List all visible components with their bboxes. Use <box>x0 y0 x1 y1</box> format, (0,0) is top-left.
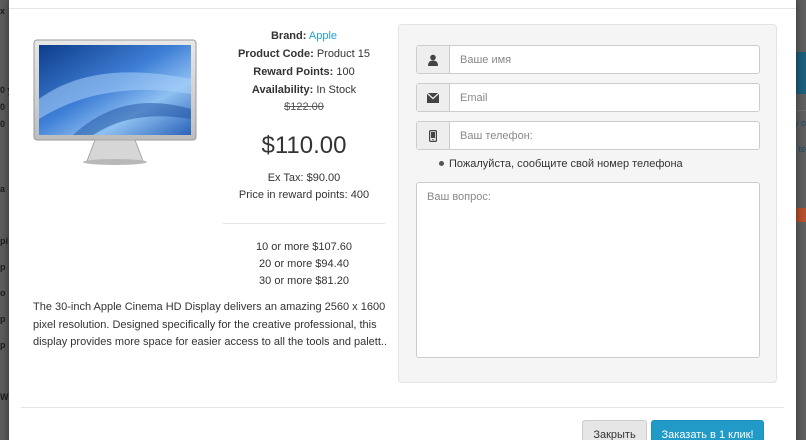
reward-points-value: 100 <box>336 66 355 78</box>
one-click-order-button[interactable]: Заказать в 1 клик! <box>651 420 764 440</box>
quantity-discounts: 10 or more $107.60 20 or more $94.40 30 … <box>223 239 385 290</box>
reward-points-row: Reward Points: 100 <box>223 63 385 81</box>
quick-order-modal: Brand: Apple Product Code: Product 15 Re… <box>9 0 796 440</box>
backdrop-fragment: te <box>798 144 806 154</box>
envelope-icon <box>417 84 450 111</box>
backdrop-fragment: 0 <box>0 119 6 129</box>
close-button[interactable]: Закрыть <box>582 420 647 440</box>
user-icon <box>417 46 450 73</box>
backdrop-fragment: pi <box>0 236 8 246</box>
backdrop-fragment: p <box>0 262 6 272</box>
modal-header-border <box>9 8 796 9</box>
reward-points-price: Price in reward points: 400 <box>238 189 370 201</box>
phone-input[interactable] <box>450 122 759 149</box>
reward-points-label: Reward Points: <box>253 66 334 78</box>
email-input-group <box>416 83 760 112</box>
phone-hint-text: Пожалуйста, сообщите свой номер телефона <box>449 158 683 170</box>
brand-label: Brand: <box>270 30 307 42</box>
email-input[interactable] <box>450 84 759 111</box>
mobile-phone-icon <box>417 122 450 149</box>
ex-tax-price: Ex Tax: $90.00 <box>267 172 341 184</box>
question-textarea[interactable] <box>416 182 760 358</box>
old-price: $122.00 <box>284 101 324 113</box>
bullet-icon <box>439 160 444 166</box>
backdrop-fragment: a <box>0 184 6 194</box>
name-input[interactable] <box>450 46 759 73</box>
modal-footer-border <box>21 407 784 408</box>
backdrop-fragment: o <box>0 288 6 298</box>
tax-info: Ex Tax: $90.00 Price in reward points: 4… <box>223 170 385 204</box>
name-input-group <box>416 45 760 74</box>
brand-link[interactable]: Apple <box>309 30 337 42</box>
phone-hint: Пожалуйста, сообщите свой номер телефона <box>439 158 683 170</box>
monitor-icon <box>33 39 197 165</box>
backdrop-fragment: 0 <box>0 102 6 112</box>
backdrop-fragment: p <box>0 340 6 350</box>
product-info: Brand: Apple Product Code: Product 15 Re… <box>223 27 385 99</box>
product-code-value: Product 15 <box>316 48 371 60</box>
backdrop-fragment: W <box>0 392 9 402</box>
availability-value: In Stock <box>316 84 357 96</box>
order-form: Пожалуйста, сообщите свой номер телефона <box>398 24 777 383</box>
product-image <box>33 39 197 167</box>
product-code-label: Product Code: <box>237 48 314 60</box>
price-divider <box>223 223 385 224</box>
product-code-row: Product Code: Product 15 <box>223 45 385 63</box>
product-description: The 30-inch Apple Cinema HD Display deli… <box>33 301 388 348</box>
backdrop-fragment: p <box>0 314 6 324</box>
price: $110.00 <box>261 132 347 159</box>
availability-label: Availability: <box>251 84 314 96</box>
backdrop-fragment: x <box>0 6 6 16</box>
discount-item: 20 or more $94.40 <box>259 258 349 270</box>
availability-row: Availability: In Stock <box>223 81 385 99</box>
phone-input-group <box>416 121 760 150</box>
brand-row: Brand: Apple <box>223 27 385 45</box>
discount-item: 10 or more $107.60 <box>255 241 352 253</box>
discount-item: 30 or more $81.20 <box>259 275 349 287</box>
